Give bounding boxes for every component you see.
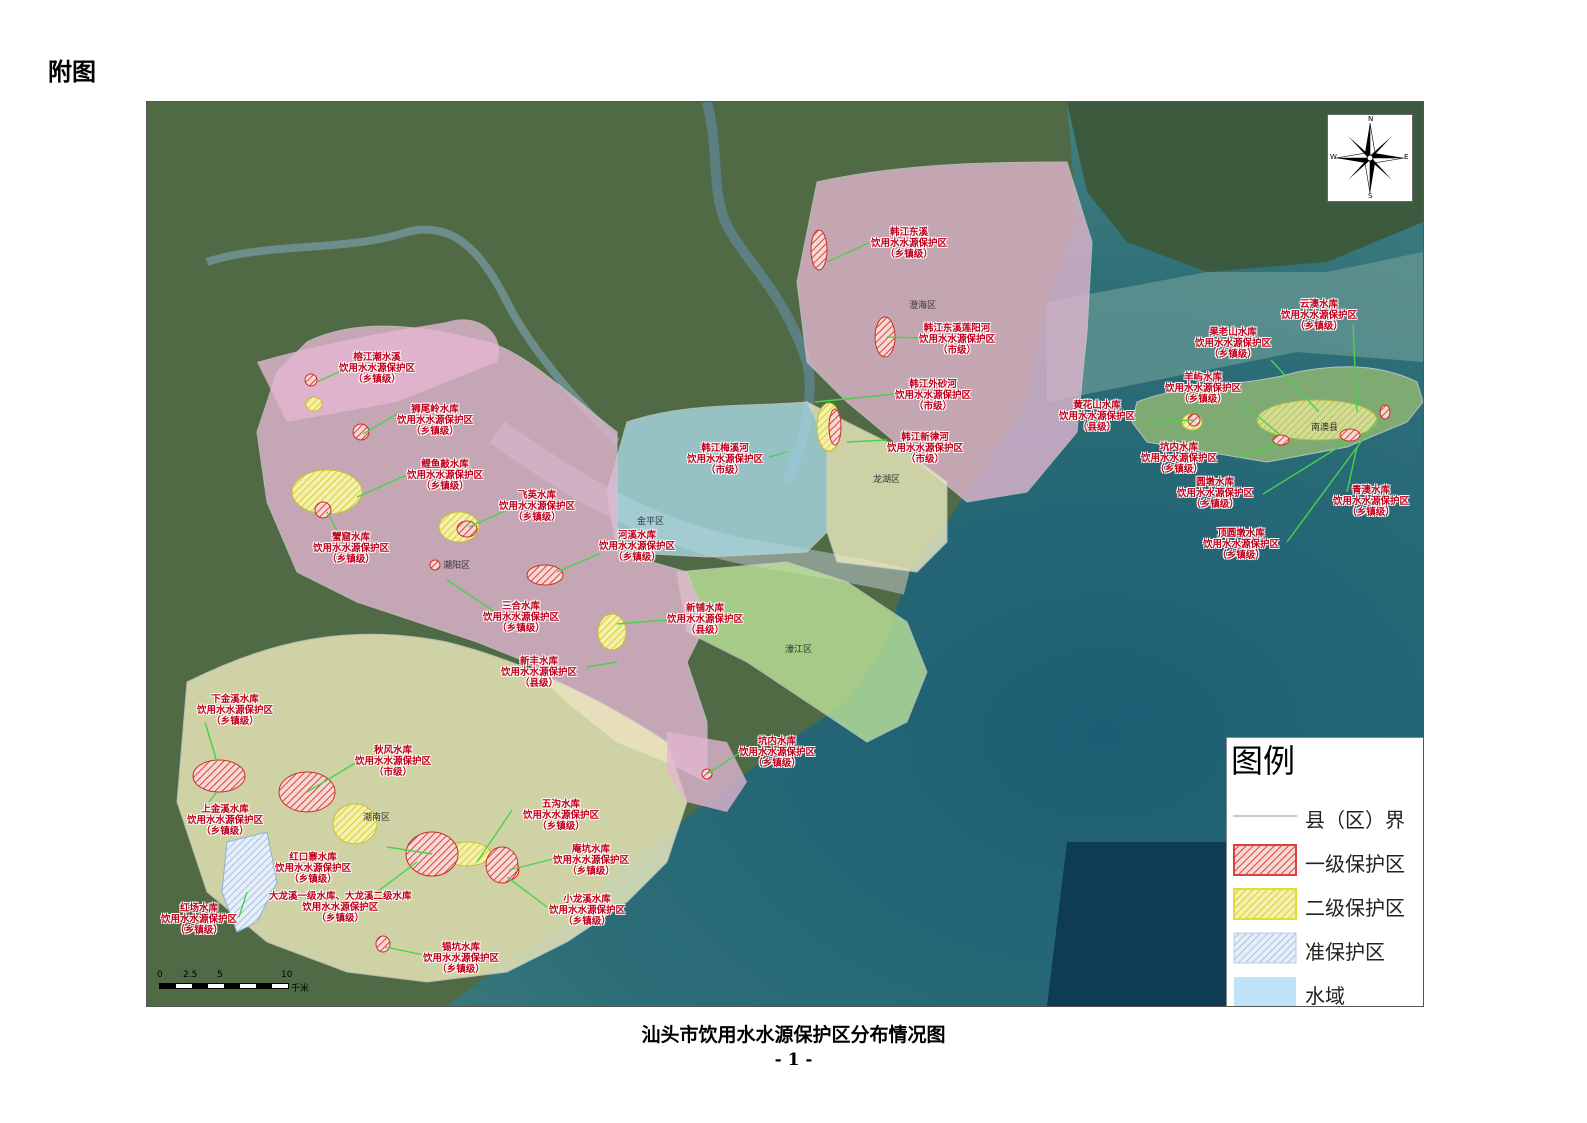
callout-label: 榕江潮水溪 饮用水水源保护区 （乡镇级） [339,352,416,385]
legend-title: 图例 [1231,742,1296,780]
legend-label: 水域 [1305,984,1345,1007]
water-fill-icon [1234,977,1296,1006]
page-number: - 1 - [774,1050,813,1070]
scale-unit: 千米 [291,984,310,994]
compass-north: N [1368,115,1374,123]
callout-label: 韩江外砂河 饮用水水源保护区 （市级） [895,379,972,412]
district-label-haojiang: 濠江区 [785,645,813,655]
compass-rose: N S W E [1327,114,1413,202]
callout-label: 韩江梅溪河 饮用水水源保护区 （市级） [687,443,764,476]
compass-east: E [1404,153,1409,161]
callout-label: 狮尾岭水库 饮用水水源保护区 （乡镇级） [397,404,474,437]
callout-label: 五沟水库 饮用水水源保护区 （乡镇级） [523,799,600,832]
legend-item-water: 水域 [1227,974,1423,1007]
legend-item-quasi: 准保护区 [1227,930,1423,970]
zone-primary [429,559,441,571]
callout-label: 黄花山水库 饮用水水源保护区 （县级） [1059,400,1136,433]
primary-hatch-icon [1233,844,1297,876]
callout-label: 云澳水库 饮用水水源保护区 （乡镇级） [1281,299,1358,332]
callout-label: 顶圆墩水库 饮用水水源保护区 （乡镇级） [1203,528,1280,561]
zone-primary [375,935,391,953]
callout-label: 鲤鱼敲水库 饮用水水源保护区 （乡镇级） [407,459,484,492]
legend-item-secondary: 二级保护区 [1227,886,1423,926]
callout-label: 新丰水库 饮用水水源保护区 （县级） [501,656,578,689]
zone-primary [485,846,519,884]
legend-label: 县（区）界 [1305,808,1405,832]
zone-primary [456,520,478,538]
zone-primary [1272,434,1290,446]
callout-label: 大龙溪一级水库、大龙溪二级水库 饮用水水源保护区 （乡镇级） [269,891,412,924]
callout-label: 锡坑水库 饮用水水源保护区 （乡镇级） [423,942,500,975]
scale-bar-graphic [159,983,289,989]
callout-label: 圆墩水库 饮用水水源保护区 （乡镇级） [1177,477,1254,510]
zone-primary [526,564,564,586]
zone-primary [810,229,828,271]
scale-bar: 0 2.5 5 10 千米 [157,970,327,998]
compass-star-icon [1335,122,1405,194]
callout-label: 下金溪水库 饮用水水源保护区 （乡镇级） [197,694,274,727]
callout-label: 羊屿水库 饮用水水源保护区 （乡镇级） [1165,372,1242,405]
zone-primary [828,408,842,446]
legend-item-primary: 一级保护区 [1227,842,1423,882]
compass-south: S [1368,192,1373,200]
callout-label: 新铺水库 饮用水水源保护区 （县级） [667,603,744,636]
district-label-chaoyang: 潮阳区 [443,561,471,571]
legend: 图例 县（区）界 一级保护区 二级保护区 准保护区 水域 [1226,737,1423,1007]
zone-primary [1339,428,1361,442]
callout-label: 坑内水库 饮用水水源保护区 （乡镇级） [739,736,816,769]
figure-caption: 汕头市饮用水水源保护区分布情况图 [641,1024,946,1046]
quasi-hatch-icon [1233,932,1297,964]
figure-label: 附图 [48,58,96,86]
callout-label: 韩江东溪莲阳河 饮用水水源保护区 （市级） [919,323,996,356]
scale-tick: 0 [157,970,163,980]
callout-label: 河溪水库 饮用水水源保护区 （乡镇级） [599,530,676,563]
legend-item-boundary: 县（区）界 [1227,798,1423,838]
callout-label: 飞英水库 饮用水水源保护区 （乡镇级） [499,490,576,523]
callout-label: 蟹窟水库 饮用水水源保护区 （乡镇级） [313,532,390,565]
callout-label: 红口寨水库 饮用水水源保护区 （乡镇级） [275,852,352,885]
callout-label: 红场水库 饮用水水源保护区 （乡镇级） [161,903,238,936]
callout-label: 韩江东溪 饮用水水源保护区 （乡镇级） [871,227,948,260]
zone-primary [304,373,318,387]
legend-label: 二级保护区 [1305,896,1405,920]
callout-label: 庵坑水库 饮用水水源保护区 （乡镇级） [553,844,630,877]
district-label-chenghai: 澄海区 [909,301,937,311]
scale-tick: 10 [281,970,293,980]
zone-primary [1379,404,1391,420]
district-label-longhu: 龙湖区 [873,475,901,485]
callout-label: 上金溪水库 饮用水水源保护区 （乡镇级） [187,804,264,837]
district-label-jinping: 金平区 [637,517,665,527]
secondary-hatch-icon [1233,888,1297,920]
district-label-nanao: 南澳县 [1311,423,1339,433]
callout-label: 小龙溪水库 饮用水水源保护区 （乡镇级） [549,894,626,927]
district-label-chaonan: 潮南区 [363,813,391,823]
callout-label: 果老山水库 饮用水水源保护区 （乡镇级） [1195,327,1272,360]
scale-tick: 5 [217,970,223,980]
legend-label: 准保护区 [1305,940,1385,964]
compass-west: W [1330,153,1337,161]
callout-label: 青澳水库 饮用水水源保护区 （乡镇级） [1333,485,1410,518]
dark-sea-patch [1047,842,1226,1006]
map-frame: 澄海区 金平区 龙湖区 濠江区 潮阳区 潮南区 南澳县 韩江东溪 饮用水水源保护区… [146,101,1424,1007]
callout-label: 韩江新律河 饮用水水源保护区 （市级） [887,432,964,465]
zone-secondary [597,613,627,651]
callout-label: 秋风水库 饮用水水源保护区 （市级） [355,745,432,778]
zone-primary [192,759,246,793]
legend-label: 一级保护区 [1305,852,1405,876]
callout-label: 三合水库 饮用水水源保护区 （乡镇级） [483,601,560,634]
callout-label: 坑内水库 饮用水水源保护区 （乡镇级） [1141,442,1218,475]
zone-secondary [305,396,323,412]
scale-tick: 2.5 [183,970,198,980]
boundary-line-icon [1233,815,1297,817]
